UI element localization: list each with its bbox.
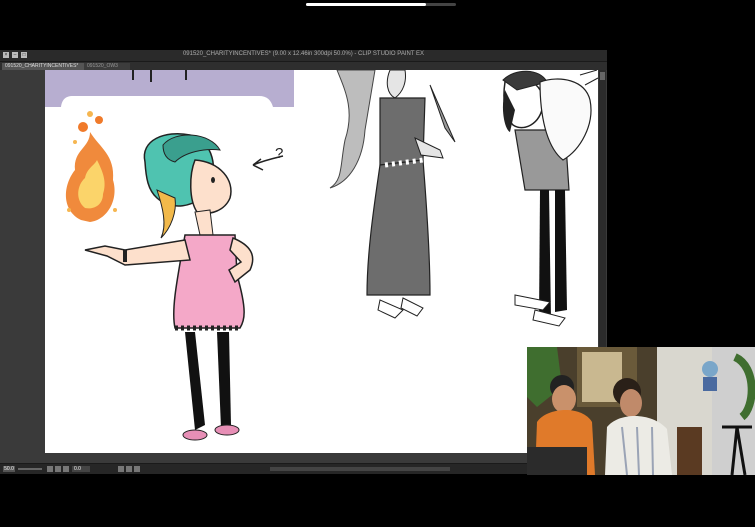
- tab-ow3[interactable]: 091520_OW3: [84, 63, 130, 70]
- webcam-scene: [527, 347, 755, 475]
- zoom-out-icon[interactable]: [47, 466, 53, 472]
- video-progress-bar[interactable]: [306, 3, 456, 6]
- horizontal-scrollbar[interactable]: [270, 467, 450, 471]
- canvas-area[interactable]: ?: [0, 70, 598, 463]
- webcam-overlay: [527, 347, 755, 475]
- zoom-slider[interactable]: [18, 468, 42, 470]
- status-bar: 50.0 0.0: [0, 463, 607, 474]
- zoom-in-icon[interactable]: [55, 466, 61, 472]
- boy-with-skeleton: [502, 70, 598, 327]
- tab-charity-incentives[interactable]: 091520_CHARITYINCENTIVES*: [2, 63, 86, 70]
- scrollbar-thumb[interactable]: [600, 72, 605, 80]
- fire-flame: [65, 111, 117, 222]
- drawing-canvas[interactable]: ?: [45, 70, 598, 453]
- window-title: 091520_CHARITYINCENTIVES* (9.00 x 12.46i…: [182, 51, 425, 57]
- fit-icon[interactable]: [63, 466, 69, 472]
- video-progress-fill: [306, 3, 426, 6]
- clip-studio-window: × – □ 091520_CHARITYINCENTIVES* (9.00 x …: [0, 50, 607, 474]
- flip-icon[interactable]: [134, 466, 140, 472]
- document-tabs: 091520_CHARITYINCENTIVES* 091520_OW3: [0, 62, 607, 70]
- question-mark: ?: [275, 145, 283, 162]
- rotate-right-icon[interactable]: [126, 466, 132, 472]
- title-bar: × – □ 091520_CHARITYINCENTIVES* (9.00 x …: [0, 50, 607, 62]
- illustration: ?: [45, 70, 598, 441]
- woman-with-knife: [329, 70, 456, 319]
- zoom-field[interactable]: 50.0: [3, 466, 15, 472]
- lavender-panel: [45, 70, 294, 107]
- rotate-left-icon[interactable]: [118, 466, 124, 472]
- rotation-field[interactable]: 0.0: [72, 466, 90, 472]
